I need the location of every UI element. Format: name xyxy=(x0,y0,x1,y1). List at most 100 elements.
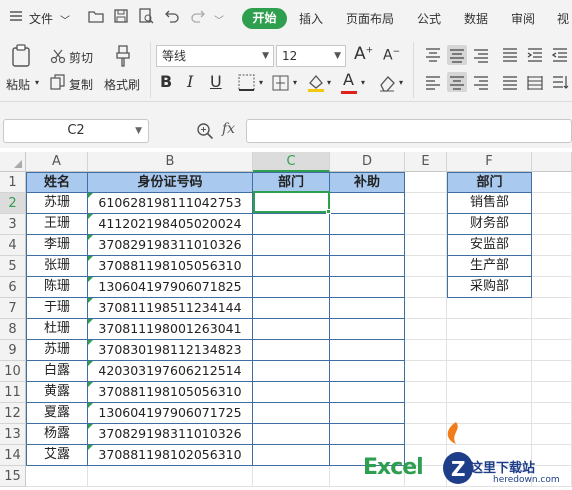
cell[interactable] xyxy=(405,235,447,256)
align-top-icon[interactable] xyxy=(423,45,443,65)
cell[interactable] xyxy=(447,319,532,340)
chevron-down-icon[interactable]: ▾ xyxy=(293,78,297,87)
format-painter-icon[interactable] xyxy=(113,44,133,71)
subsidy-cell[interactable] xyxy=(330,214,405,235)
id-number-cell[interactable]: 370829198311010326 xyxy=(88,235,253,256)
department-cell[interactable] xyxy=(253,424,330,445)
name-box[interactable]: C2 ▼ xyxy=(3,119,149,143)
text-direction-icon[interactable] xyxy=(550,72,570,92)
paste-button[interactable]: 粘贴 xyxy=(6,76,30,93)
select-all-corner[interactable] xyxy=(0,152,26,172)
cell[interactable] xyxy=(447,298,532,319)
row-header-7[interactable]: 7 xyxy=(0,298,26,319)
tab-review[interactable]: 审阅 xyxy=(511,10,535,27)
paste-dropdown-icon[interactable]: ▾ xyxy=(35,78,39,87)
print-preview-icon[interactable] xyxy=(138,8,154,24)
copy-icon[interactable] xyxy=(50,74,66,93)
department-cell[interactable] xyxy=(253,361,330,382)
row-header-2[interactable]: 2 xyxy=(0,193,26,214)
merge-cells-icon[interactable] xyxy=(272,74,290,95)
fill-color-icon[interactable] xyxy=(306,73,326,96)
zoom-search-icon[interactable] xyxy=(196,122,214,143)
department-list-header[interactable]: 部门 xyxy=(447,172,532,193)
column-header-b[interactable]: B xyxy=(88,152,253,172)
row-header-11[interactable]: 11 xyxy=(0,382,26,403)
department-cell[interactable] xyxy=(253,319,330,340)
cell[interactable] xyxy=(405,340,447,361)
subsidy-cell[interactable] xyxy=(330,298,405,319)
name-cell[interactable]: 杜珊 xyxy=(26,319,88,340)
distributed-icon[interactable] xyxy=(525,72,545,92)
department-list-item[interactable]: 安监部 xyxy=(447,235,532,256)
department-cell[interactable] xyxy=(253,445,330,466)
name-cell[interactable]: 白露 xyxy=(26,361,88,382)
cell[interactable] xyxy=(532,403,572,424)
increase-font-icon[interactable]: A+ xyxy=(354,44,373,64)
department-cell[interactable] xyxy=(253,214,330,235)
id-number-cell[interactable]: 420303197606212514 xyxy=(88,361,253,382)
id-number-cell[interactable]: 370811198001263041 xyxy=(88,319,253,340)
table-header-cell[interactable]: 身份证号码 xyxy=(88,172,253,193)
cell[interactable] xyxy=(532,172,572,193)
name-cell[interactable]: 于珊 xyxy=(26,298,88,319)
subsidy-cell[interactable] xyxy=(330,361,405,382)
cell[interactable] xyxy=(405,277,447,298)
id-number-cell[interactable]: 610628198111042753 xyxy=(88,193,253,214)
cell[interactable] xyxy=(405,298,447,319)
fill-handle[interactable] xyxy=(326,209,331,214)
column-header-a[interactable]: A xyxy=(26,152,88,172)
cell[interactable] xyxy=(532,214,572,235)
row-header-10[interactable]: 10 xyxy=(0,361,26,382)
font-name-select[interactable]: 等线 ▼ xyxy=(156,45,274,67)
cell[interactable] xyxy=(26,466,88,487)
chevron-down-icon[interactable]: ▾ xyxy=(399,78,403,87)
tab-home[interactable]: 开始 xyxy=(242,8,287,29)
cut-button[interactable]: 剪切 xyxy=(69,49,93,66)
save-icon[interactable] xyxy=(113,8,129,24)
font-color-icon[interactable]: A xyxy=(343,70,354,89)
department-list-item[interactable]: 销售部 xyxy=(447,193,532,214)
row-header-5[interactable]: 5 xyxy=(0,256,26,277)
cell[interactable] xyxy=(532,361,572,382)
department-cell[interactable] xyxy=(253,277,330,298)
id-number-cell[interactable]: 370881198102056310 xyxy=(88,445,253,466)
row-header-8[interactable]: 8 xyxy=(0,319,26,340)
tab-view[interactable]: 视 xyxy=(557,10,569,27)
cell[interactable] xyxy=(253,466,330,487)
cell[interactable] xyxy=(405,214,447,235)
align-left-icon[interactable] xyxy=(423,72,443,92)
tab-formulas[interactable]: 公式 xyxy=(417,10,441,27)
outdent-icon[interactable] xyxy=(550,45,570,65)
active-cell-selection[interactable] xyxy=(253,191,330,213)
chevron-down-icon[interactable]: ▾ xyxy=(327,78,331,87)
cell[interactable] xyxy=(405,319,447,340)
align-right-icon[interactable] xyxy=(471,72,491,92)
name-cell[interactable]: 苏珊 xyxy=(26,193,88,214)
department-cell[interactable] xyxy=(253,256,330,277)
row-header-1[interactable]: 1 xyxy=(0,172,26,193)
department-cell[interactable] xyxy=(253,382,330,403)
format-painter-button[interactable]: 格式刷 xyxy=(104,76,140,93)
subsidy-cell[interactable] xyxy=(330,424,405,445)
indent-icon[interactable] xyxy=(525,45,545,65)
column-header-c[interactable]: C xyxy=(253,152,330,172)
subsidy-cell[interactable] xyxy=(330,193,405,214)
department-cell[interactable] xyxy=(253,298,330,319)
paste-icon[interactable] xyxy=(10,44,32,71)
formula-input[interactable] xyxy=(246,119,572,143)
font-size-select[interactable]: 12 ▼ xyxy=(276,45,346,67)
name-cell[interactable]: 王珊 xyxy=(26,214,88,235)
cell[interactable] xyxy=(532,277,572,298)
row-header-13[interactable]: 13 xyxy=(0,424,26,445)
wrap-text-icon[interactable] xyxy=(500,45,520,65)
row-header-14[interactable]: 14 xyxy=(0,445,26,466)
id-number-cell[interactable]: 370881198105056310 xyxy=(88,382,253,403)
file-menu[interactable]: 文件 xyxy=(29,10,53,27)
underline-icon[interactable]: U xyxy=(210,72,222,91)
name-cell[interactable]: 杨露 xyxy=(26,424,88,445)
subsidy-cell[interactable] xyxy=(330,235,405,256)
subsidy-cell[interactable] xyxy=(330,319,405,340)
row-header-9[interactable]: 9 xyxy=(0,340,26,361)
scissors-icon[interactable] xyxy=(50,48,66,67)
subsidy-cell[interactable] xyxy=(330,382,405,403)
